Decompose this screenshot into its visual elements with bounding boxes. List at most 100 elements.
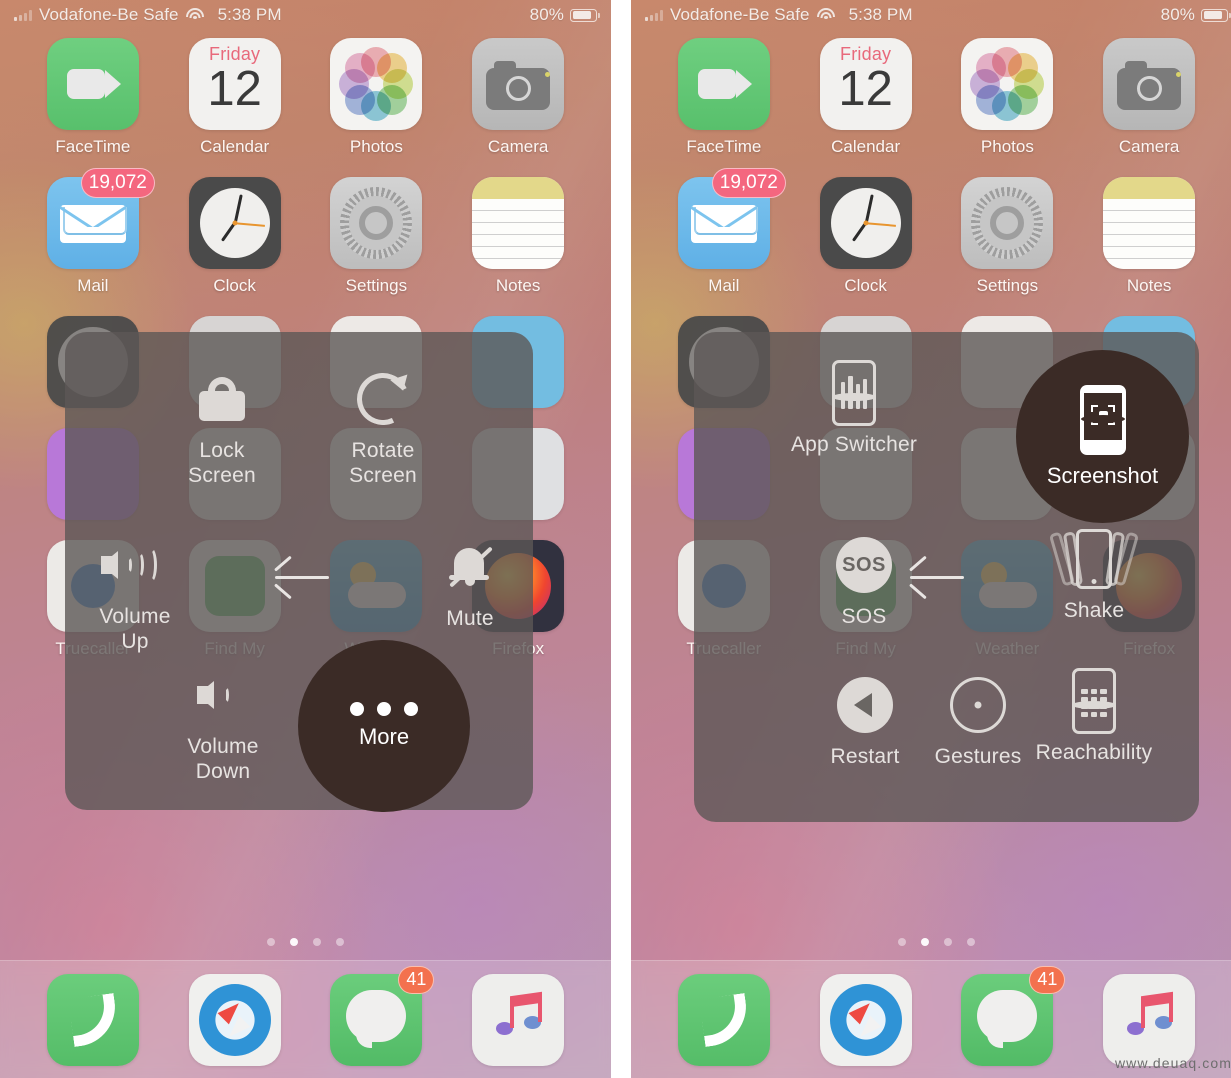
calendar-icon: Friday 12 (188, 38, 281, 130)
wifi-icon (817, 8, 836, 22)
app-label: Camera (487, 137, 549, 156)
app-mail[interactable]: 19,072 Mail (653, 168, 795, 296)
at-shake[interactable]: Shake (1019, 526, 1169, 623)
app-mail[interactable]: 19,072 Mail (22, 168, 164, 296)
volume-down-icon (197, 662, 249, 728)
app-facetime[interactable]: FaceTime (22, 38, 164, 157)
messages-badge: 41 (1029, 965, 1066, 994)
app-clock[interactable]: Clock (795, 177, 937, 296)
screenshot-icon (1079, 384, 1126, 455)
battery-percent-label: 80% (529, 5, 564, 24)
safari-icon (188, 973, 281, 1066)
at-item-label: SOS (841, 605, 887, 628)
cellular-signal-icon (14, 9, 32, 21)
mute-bell-icon (445, 534, 495, 600)
dock-phone[interactable] (677, 973, 770, 1066)
clock-icon (819, 177, 912, 269)
app-label: Calendar (200, 137, 270, 156)
settings-icon (961, 177, 1054, 269)
page-dot[interactable] (898, 938, 906, 946)
app-label: Photos (349, 137, 403, 156)
highlight-label: Screenshot (1046, 462, 1159, 488)
page-dot[interactable] (313, 938, 321, 946)
dock-safari[interactable] (188, 973, 281, 1066)
app-grid-row-1: FaceTime Friday 12 Calendar Photos Camer… (653, 38, 1220, 157)
music-icon (1103, 973, 1196, 1066)
dock-music[interactable] (1103, 973, 1196, 1066)
at-item-label: Reachability (1035, 741, 1153, 764)
app-camera[interactable]: Camera (1078, 38, 1220, 157)
phone-screen-left: Vodafone-Be Safe 5:38 PM 80% FaceTime Fr… (0, 0, 611, 1078)
reachability-icon (1072, 668, 1116, 734)
panel-divider (620, 0, 631, 1078)
page-dot[interactable] (944, 938, 952, 946)
app-label: Notes (1126, 276, 1172, 295)
app-label: FaceTime (686, 137, 762, 156)
battery-icon (1201, 8, 1231, 22)
facetime-icon (677, 38, 770, 130)
at-item-label: Mute (446, 607, 494, 630)
at-volume-down[interactable]: Volume Down (148, 662, 298, 784)
app-calendar[interactable]: Friday 12 Calendar (164, 38, 306, 157)
screenshot-stage: Vodafone-Be Safe 5:38 PM 80% FaceTime Fr… (0, 0, 1231, 1078)
gestures-icon (950, 672, 1006, 738)
at-rotate-screen[interactable]: Rotate Screen (308, 365, 458, 488)
page-dot[interactable] (967, 938, 975, 946)
dock-phone[interactable] (46, 973, 139, 1066)
app-label: Mail (708, 276, 740, 295)
volume-up-icon (101, 532, 169, 598)
app-camera[interactable]: Camera (447, 38, 589, 157)
app-label: Mail (77, 276, 109, 295)
app-photos[interactable]: Photos (306, 38, 448, 157)
at-item-label: Lock (199, 439, 245, 462)
at-lock-screen[interactable]: Lock Screen (147, 366, 297, 488)
app-notes[interactable]: Notes (447, 177, 589, 296)
at-item-label: Gestures (934, 745, 1022, 768)
dock-safari[interactable] (819, 973, 912, 1066)
page-dot[interactable] (267, 938, 275, 946)
at-volume-up[interactable]: Volume Up (60, 532, 210, 654)
dock-messages[interactable]: 41 (330, 965, 435, 1066)
screenshot-button-highlight[interactable]: Screenshot (1016, 350, 1189, 523)
app-facetime[interactable]: FaceTime (653, 38, 795, 157)
page-indicator-dots[interactable] (631, 938, 1231, 946)
app-settings[interactable]: Settings (306, 177, 448, 296)
at-reachability[interactable]: Reachability (1019, 668, 1169, 765)
mail-badge: 19,072 (711, 168, 786, 198)
app-switcher-icon (832, 360, 876, 426)
dock-music[interactable] (472, 973, 565, 1066)
page-indicator-dots[interactable] (0, 938, 611, 946)
messages-badge: 41 (398, 965, 435, 994)
page-dot-active[interactable] (290, 938, 298, 946)
back-arrow-icon[interactable] (906, 560, 968, 594)
page-dot[interactable] (336, 938, 344, 946)
restart-icon (837, 672, 893, 738)
app-calendar[interactable]: Friday 12 Calendar (795, 38, 937, 157)
clock-icon (188, 177, 281, 269)
app-notes[interactable]: Notes (1078, 177, 1220, 296)
at-item-label: App Switcher (790, 433, 918, 456)
back-arrow-icon[interactable] (271, 560, 333, 594)
at-item-label: Restart (830, 745, 900, 768)
at-mute[interactable]: Mute (395, 534, 545, 631)
carrier-label: Vodafone-Be Safe (670, 5, 810, 24)
at-app-switcher[interactable]: App Switcher (779, 360, 929, 457)
at-item-label: Volume (187, 735, 259, 758)
mail-badge: 19,072 (80, 168, 155, 198)
watermark: www.deuaq.com (1114, 1055, 1231, 1071)
app-label: Settings (345, 276, 408, 295)
app-label: Clock (213, 276, 256, 295)
app-clock[interactable]: Clock (164, 177, 306, 296)
status-time: 5:38 PM (848, 5, 913, 24)
page-dot-active[interactable] (921, 938, 929, 946)
app-photos[interactable]: Photos (937, 38, 1079, 157)
dock-messages[interactable]: 41 (961, 965, 1066, 1066)
at-item-label: Volume (99, 605, 171, 628)
app-settings[interactable]: Settings (937, 177, 1079, 296)
wifi-icon (186, 8, 205, 22)
at-item-label: Shake (1063, 599, 1125, 622)
more-button-highlight[interactable]: More (298, 640, 470, 812)
app-label: Calendar (831, 137, 901, 156)
sos-icon: SOS (836, 532, 892, 598)
at-item-label-2: Screen (188, 464, 256, 487)
